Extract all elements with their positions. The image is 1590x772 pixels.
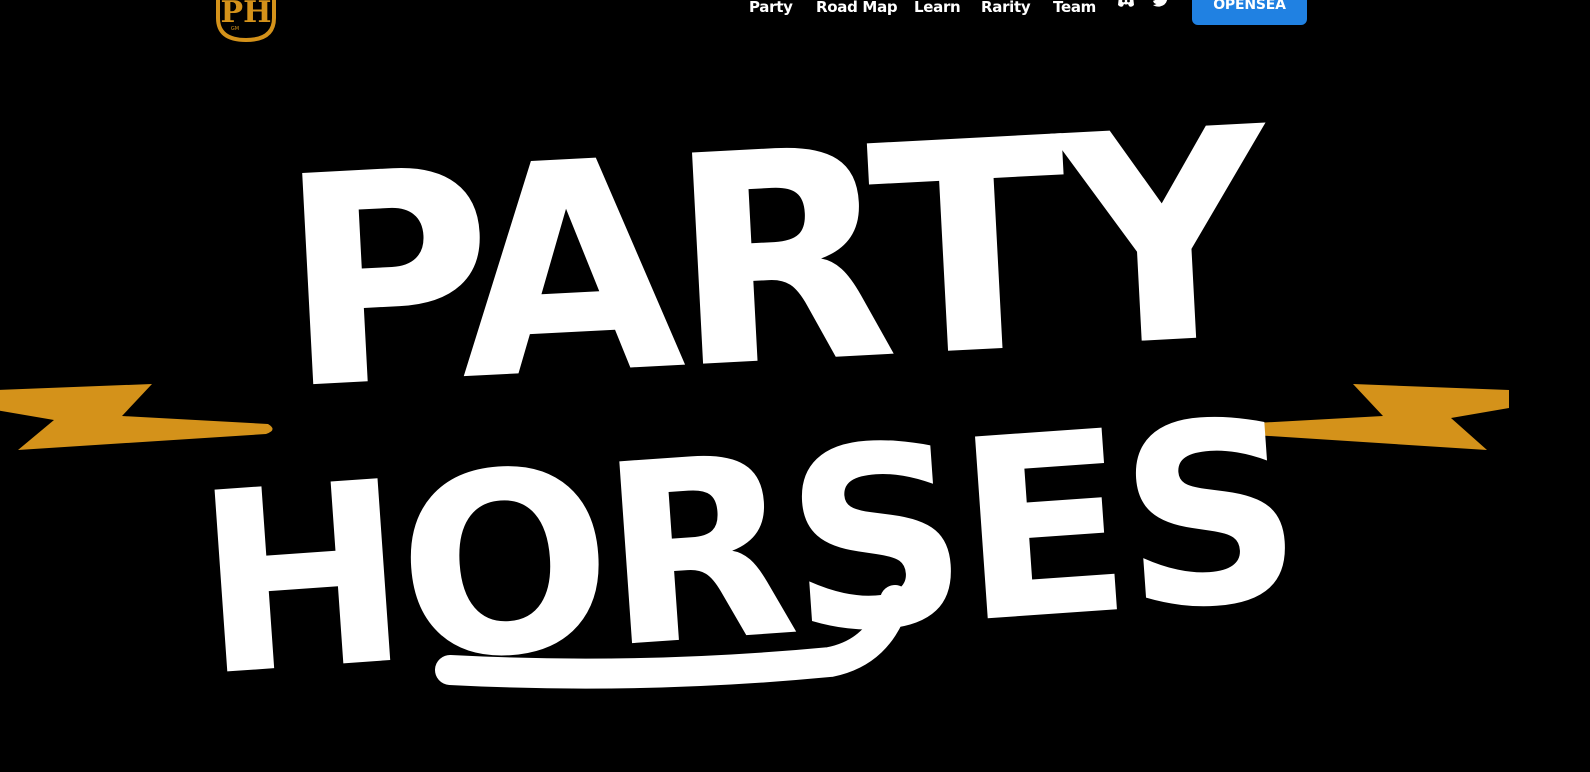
hero-title: PARTY HORSES	[188, 66, 1303, 732]
page: PH GM Party Road Map Learn Rarity Team O…	[0, 0, 1590, 772]
